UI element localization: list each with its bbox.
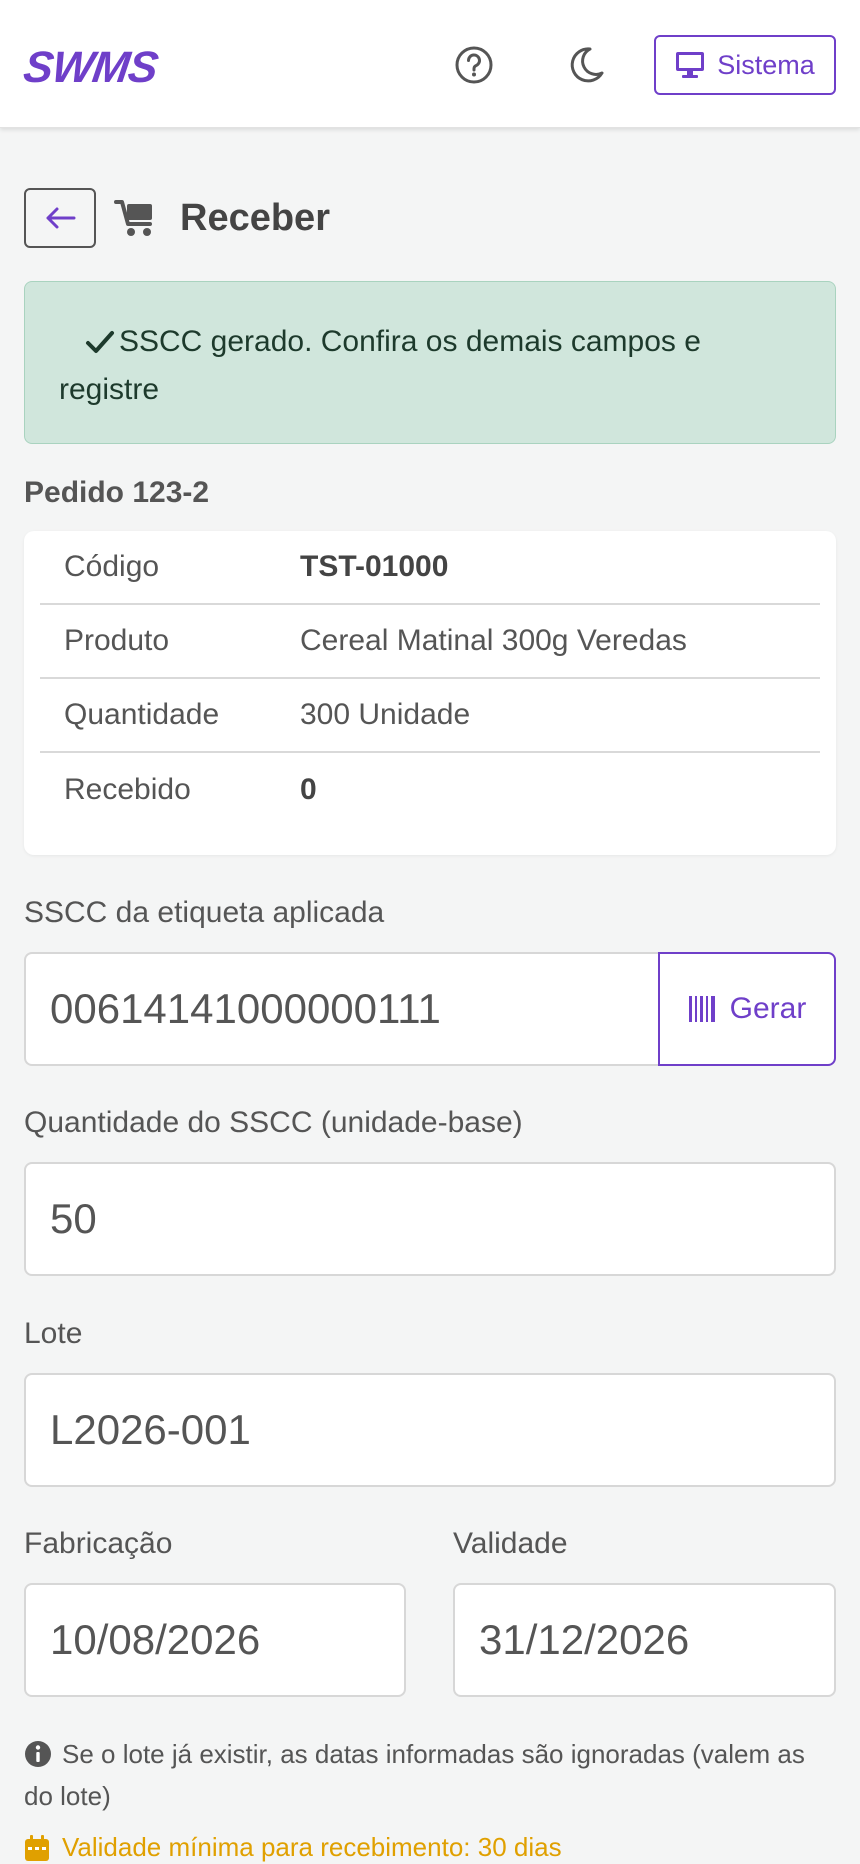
order-quantity: 300 Unidade — [300, 698, 471, 731]
row-label: Recebido — [64, 773, 191, 806]
generate-button-label: Gerar — [729, 992, 807, 1025]
lot-info-note: Se o lote já existir, as datas informada… — [24, 1733, 836, 1817]
product-name: Cereal Matinal 300g Veredas — [300, 624, 687, 657]
theme-toggle-button[interactable] — [561, 40, 611, 90]
lot-info-text: Se o lote já existir, as datas informada… — [24, 1739, 805, 1811]
sscc-label: SSCC da etiqueta aplicada — [24, 896, 385, 929]
order-heading: Pedido 123-2 — [24, 476, 210, 509]
arrow-left-icon — [46, 207, 76, 229]
manufacture-date-input[interactable]: 10/08/2026 — [24, 1583, 406, 1697]
lot-input[interactable]: L2026-001 — [24, 1373, 836, 1487]
system-button-label: Sistema — [717, 49, 815, 80]
app-logo[interactable]: SWMS — [21, 43, 161, 92]
row-label: Quantidade — [64, 698, 220, 731]
barcode-icon — [688, 996, 715, 1022]
table-row: Quantidade 300 Unidade — [40, 679, 820, 753]
expiry-date-input[interactable]: 31/12/2026 — [453, 1583, 836, 1697]
alert-text: SSCC gerado. Confira os demais campos e … — [59, 325, 701, 406]
success-alert: SSCC gerado. Confira os demais campos e … — [24, 281, 836, 444]
table-row: Recebido 0 — [40, 753, 820, 827]
generate-sscc-button[interactable]: Gerar — [658, 952, 836, 1066]
help-button[interactable] — [449, 40, 499, 90]
check-icon — [86, 331, 114, 353]
calendar-icon — [25, 1834, 49, 1861]
top-navbar: SWMS Sistema — [0, 0, 860, 128]
moon-icon — [570, 47, 604, 83]
question-circle-icon — [455, 46, 493, 84]
back-button[interactable] — [24, 188, 96, 248]
exp-label: Validade — [453, 1527, 568, 1560]
info-circle-icon — [25, 1741, 51, 1767]
row-label: Produto — [64, 624, 170, 657]
lot-label: Lote — [24, 1317, 83, 1350]
sscc-input[interactable]: 00614141000000111 — [24, 952, 660, 1066]
table-row: Produto Cereal Matinal 300g Veredas — [40, 605, 820, 679]
product-code: TST-01000 — [300, 550, 449, 583]
min-validity-text: Validade mínima para recebimento: 30 dia… — [62, 1832, 562, 1862]
sscc-quantity-input[interactable]: 50 — [24, 1162, 836, 1276]
system-button[interactable]: Sistema — [654, 35, 836, 95]
row-label: Código — [64, 550, 160, 583]
cart-icon — [114, 200, 152, 236]
monitor-icon — [676, 52, 705, 78]
page-header: Receber — [24, 187, 330, 249]
mfg-label: Fabricação — [24, 1527, 173, 1560]
min-validity-warning: Validade mínima para recebimento: 30 dia… — [24, 1832, 562, 1863]
order-info-table: Código TST-01000 Produto Cereal Matinal … — [24, 531, 836, 855]
received-quantity: 0 — [300, 773, 317, 806]
page-title: Receber — [180, 196, 330, 239]
table-row: Código TST-01000 — [40, 531, 820, 605]
qty-label: Quantidade do SSCC (unidade-base) — [24, 1106, 523, 1139]
